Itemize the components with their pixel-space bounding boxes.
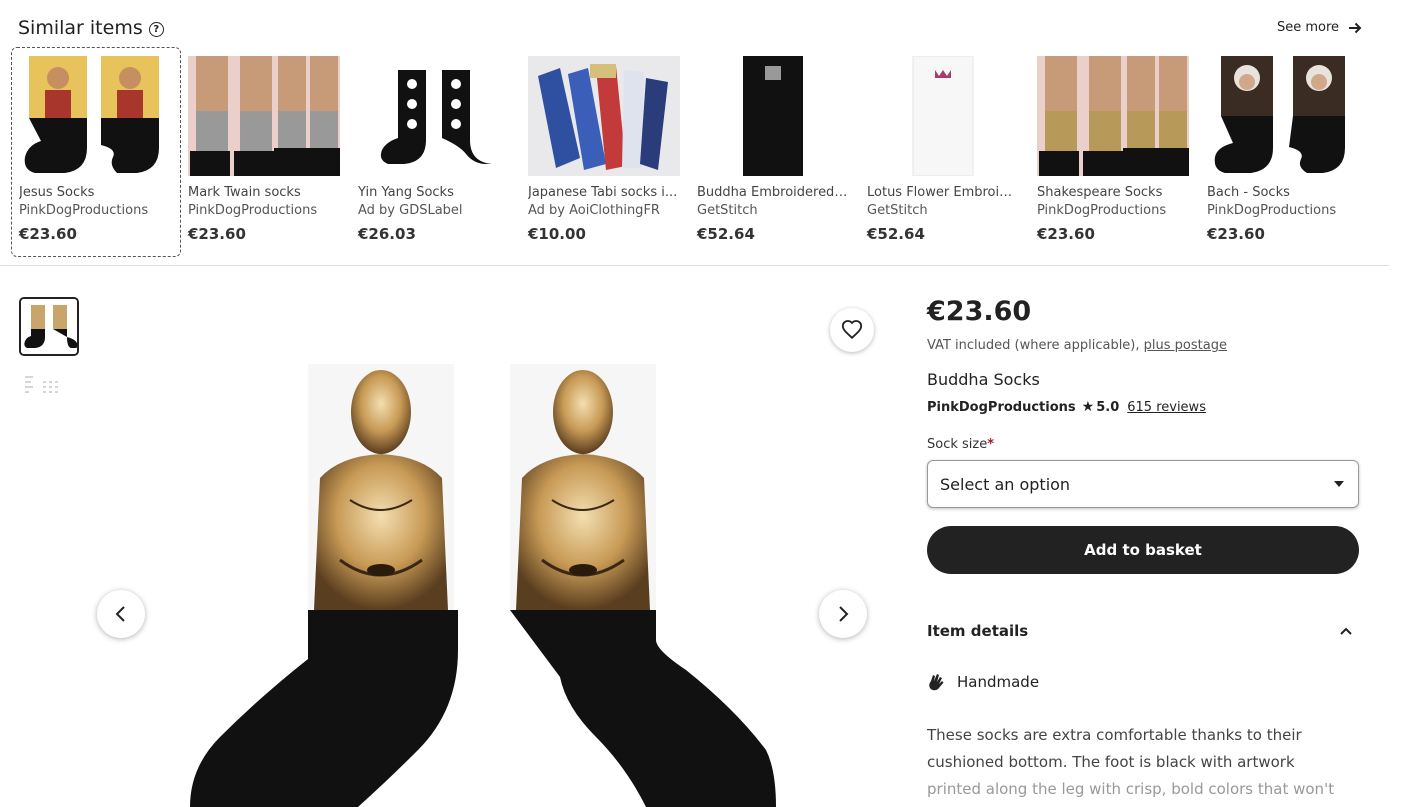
similar-item-shop: PinkDogProductions [19, 203, 149, 218]
similar-item-image [697, 56, 849, 176]
similar-item-title: Buddha Embroidered ... [697, 185, 849, 200]
similar-item-price: €23.60 [1207, 225, 1265, 243]
see-more-link[interactable]: See more [1277, 20, 1362, 35]
similar-item-shop: GetStitch [867, 203, 928, 218]
similar-item-image [19, 56, 171, 176]
vat-note: VAT included (where applicable), plus po… [927, 338, 1227, 353]
postage-link[interactable]: plus postage [1144, 338, 1227, 353]
next-image-button[interactable] [819, 590, 867, 638]
similar-item-card[interactable]: Buddha Embroidered ... GetStitch €52.64 [697, 56, 849, 243]
previous-image-button[interactable] [97, 590, 145, 638]
shop-info: PinkDogProductions ★ 5.0 615 reviews [927, 399, 1206, 415]
similar-item-title: Japanese Tabi socks i... [528, 185, 678, 200]
similar-item-price: €23.60 [1037, 225, 1095, 243]
gallery-thumbnail-size-chart[interactable] [25, 376, 61, 398]
similar-item-shop: PinkDogProductions [1037, 203, 1167, 218]
similar-item-title: Shakespeare Socks [1037, 185, 1163, 200]
similar-item-shop: Ad by GDSLabel [358, 203, 463, 218]
shop-name-link[interactable]: PinkDogProductions [927, 400, 1076, 415]
similar-item-image [1207, 56, 1359, 176]
similar-item-title: Bach - Socks [1207, 185, 1290, 200]
similar-item-shop: GetStitch [697, 203, 758, 218]
similar-item-shop: PinkDogProductions [1207, 203, 1337, 218]
similar-item-shop: Ad by AoiClothingFR [528, 203, 660, 218]
similar-item-title: Mark Twain socks [188, 185, 301, 200]
star-icon: ★ [1081, 399, 1095, 415]
description-line: These socks are extra comfortable thanks… [927, 726, 1302, 744]
reviews-link[interactable]: 615 reviews [1127, 400, 1206, 415]
item-details-label: Item details [927, 622, 1029, 640]
vat-text: VAT included (where applicable), [927, 338, 1140, 353]
similar-item-price: €52.64 [697, 225, 755, 243]
main-product-image [190, 360, 780, 807]
similar-item-card[interactable]: Japanese Tabi socks i... Ad by AoiClothi… [528, 56, 680, 243]
required-marker: * [987, 437, 995, 452]
similar-item-price: €23.60 [188, 225, 246, 243]
similar-item-card[interactable]: Bach - Socks PinkDogProductions €23.60 [1207, 56, 1359, 243]
chevron-up-icon [1340, 627, 1352, 635]
chevron-right-icon [839, 606, 849, 622]
similar-item-card[interactable]: Shakespeare Socks PinkDogProductions €23… [1037, 56, 1189, 243]
similar-item-image [358, 56, 510, 176]
similar-item-card[interactable]: Mark Twain socks PinkDogProductions €23.… [188, 56, 340, 243]
similar-item-price: €52.64 [867, 225, 925, 243]
add-to-basket-button[interactable]: Add to basket [927, 526, 1359, 574]
favorite-button[interactable] [830, 308, 874, 352]
product-price: €23.60 [927, 296, 1032, 327]
similar-item-image [188, 56, 340, 176]
chevron-left-icon [115, 606, 125, 622]
handmade-label: Handmade [957, 673, 1040, 691]
similar-item-card[interactable]: Jesus Socks PinkDogProductions €23.60 [11, 47, 181, 257]
hand-icon [929, 674, 944, 691]
similar-item-price: €23.60 [19, 225, 77, 243]
see-more-label: See more [1277, 20, 1340, 35]
heart-icon [841, 320, 863, 340]
section-divider [0, 265, 1389, 266]
sock-size-label-text: Sock size [927, 437, 988, 452]
arrow-right-icon [1349, 22, 1362, 33]
product-title: Buddha Socks [927, 370, 1040, 389]
similar-item-price: €26.03 [358, 225, 416, 243]
sock-size-select-value: Select an option [940, 474, 1071, 494]
similar-item-image [867, 56, 1019, 176]
similar-item-shop: PinkDogProductions [188, 203, 318, 218]
product-description: These socks are extra comfortable thanks… [927, 722, 1367, 803]
similar-item-price: €10.00 [528, 225, 586, 243]
description-line: printed along the leg with crisp, bold c… [927, 780, 1335, 798]
sock-size-label: Sock size* [927, 437, 994, 452]
similar-item-card[interactable]: Yin Yang Socks Ad by GDSLabel €26.03 [358, 56, 510, 243]
description-line: cushioned bottom. The foot is black with… [927, 753, 1295, 771]
question-circle-icon[interactable]: ? [148, 22, 164, 37]
similar-item-image [1037, 56, 1189, 176]
gallery-thumbnail[interactable] [19, 297, 79, 356]
shop-rating: 5.0 [1096, 399, 1120, 415]
similar-item-image [528, 56, 680, 176]
similar-items-title: Similar items [18, 17, 143, 39]
handmade-badge: Handmade [927, 672, 1039, 692]
similar-item-title: Lotus Flower Embroid... [867, 185, 1019, 200]
item-details-toggle[interactable]: Item details [927, 622, 1359, 640]
similar-item-title: Yin Yang Socks [358, 185, 454, 200]
similar-items-header: Similar items ? [18, 17, 164, 39]
sock-size-select[interactable]: Select an option [927, 460, 1359, 508]
similar-item-card[interactable]: Lotus Flower Embroid... GetStitch €52.64 [867, 56, 1019, 243]
similar-item-title: Jesus Socks [19, 185, 95, 200]
caret-down-icon [1334, 481, 1344, 487]
